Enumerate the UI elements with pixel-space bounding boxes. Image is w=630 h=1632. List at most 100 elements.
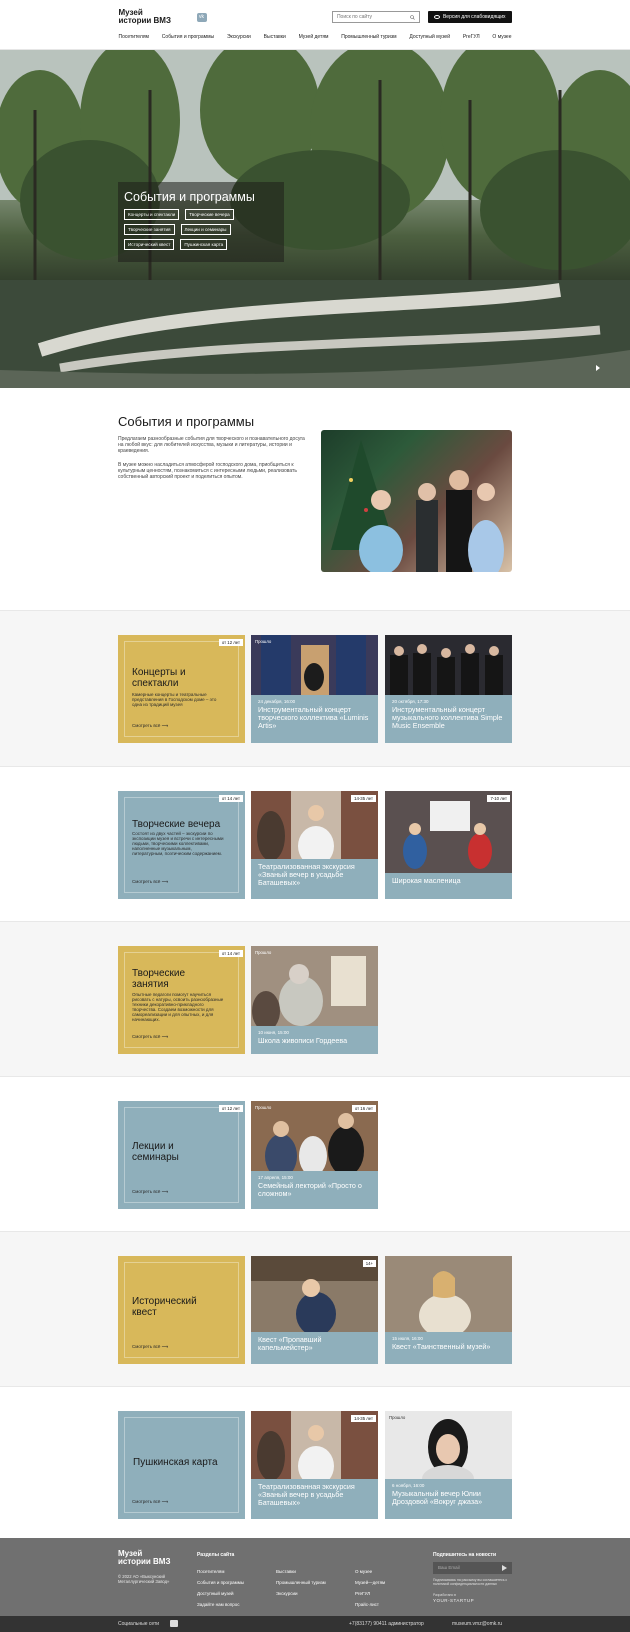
see-all-link[interactable]: Смотреть всё ⟶ [132, 1499, 168, 1505]
intro-paragraph: Предлагаем разнообразные события для тво… [118, 436, 305, 454]
hero-chip[interactable]: Исторический квест [124, 239, 175, 250]
eye-icon [433, 15, 440, 19]
intro-section: События и программы Предлагаем разнообра… [0, 388, 630, 610]
age-badge: 14-35 лет [351, 795, 376, 802]
event-photo [251, 946, 378, 1026]
footer-link[interactable]: События и программы [197, 1577, 244, 1588]
event-card[interactable]: 7-10 лет Широкая масленица [385, 791, 512, 899]
copyright: © 2022 АО «Выксунский Металлургический З… [118, 1574, 170, 1584]
event-card[interactable]: 20 октября, 17:30 Инструментальный конце… [385, 635, 512, 743]
see-all-link[interactable]: Смотреть всё ⟶ [132, 1034, 168, 1040]
category-title: Исторический квест [132, 1296, 197, 1318]
footer-sections-title: Разделы сайта [197, 1552, 235, 1558]
site-logo[interactable]: Музей истории ВМЗ [119, 9, 197, 25]
footer-link[interactable]: Посетителям [197, 1566, 244, 1577]
category-description: Состоят из двух частей – экскурсии по эк… [132, 831, 224, 856]
category-description: Камерные концерты и театральные представ… [132, 692, 217, 707]
category-card[interactable]: Исторический квест Смотреть всё ⟶ [118, 1256, 245, 1364]
event-card[interactable]: Прошло 6 ноября, 16:00 Музыкальный вечер… [385, 1411, 512, 1519]
bottom-bar: Социальные сети +7(83177) 90411 админист… [0, 1616, 630, 1632]
nav-item[interactable]: События и программы [162, 34, 214, 40]
footer-link[interactable]: Задайте нам вопрос [197, 1599, 244, 1610]
event-title: Квест «Пропавший капельмейстер» [258, 1335, 322, 1352]
nav-item[interactable]: Посетителям [119, 34, 149, 40]
developer-logo[interactable]: YOUR-STARTUP [433, 1598, 474, 1603]
see-all-link[interactable]: Смотреть всё ⟶ [132, 1189, 168, 1195]
nav-item[interactable]: Промышленный туризм [341, 34, 396, 40]
slider-next-icon[interactable] [596, 365, 600, 371]
nav-item[interactable]: Доступный музей [409, 34, 450, 40]
vk-icon[interactable] [170, 1620, 178, 1627]
see-all-link[interactable]: Смотреть всё ⟶ [132, 723, 168, 729]
event-date: 6 ноября, 16:00 [392, 1483, 425, 1488]
see-all-link[interactable]: Смотреть всё ⟶ [132, 1344, 168, 1350]
hero-title: События и программы [124, 190, 255, 204]
event-photo [251, 1256, 378, 1332]
email-field[interactable]: Ваш Email [433, 1562, 512, 1574]
footer-link[interactable]: PreГУЛ [355, 1588, 385, 1599]
age-badge: 14-35 лет [351, 1415, 376, 1422]
events-section-quest: Исторический квест Смотреть всё ⟶ 14+ Кв… [0, 1231, 630, 1386]
event-card[interactable]: 14-35 лет Театрализованная экскурсия «Зв… [251, 791, 378, 899]
footer-link[interactable]: Экскурсии [276, 1588, 326, 1599]
event-date: 20 октября, 17:30 [392, 699, 429, 704]
category-title: Творческие занятия [132, 968, 186, 990]
hero-chip[interactable]: Концерты и спектакли [124, 209, 180, 220]
footer-link[interactable]: Музей—детям [355, 1577, 385, 1588]
accessible-version-button[interactable]: Версия для слабовидящих [427, 11, 512, 23]
event-card[interactable]: Прошло 10 июня, 15:00 Школа живописи Гор… [251, 946, 378, 1054]
event-card[interactable]: 14-35 лет Театрализованная экскурсия «Зв… [251, 1411, 378, 1519]
footer-link[interactable]: Выставки [276, 1566, 326, 1577]
hero-chip[interactable]: Творческие вечера [185, 209, 234, 220]
hero-panel: События и программы Концерты и спектакли… [118, 182, 284, 262]
age-badge: 14+ [362, 1260, 376, 1267]
event-date: 17 апреля, 15:00 [258, 1175, 293, 1180]
event-title: Квест «Таинственный музей» [392, 1342, 491, 1351]
footer-link[interactable]: Доступный музей [197, 1588, 244, 1599]
event-status: Прошло [255, 1105, 272, 1110]
event-date: 24 декабря, 16:00 [258, 699, 296, 704]
event-title: Широкая масленица [392, 876, 461, 885]
vk-icon[interactable]: vk [196, 12, 207, 22]
email-link[interactable]: museum.vmz@omk.ru [452, 1621, 502, 1627]
search-input[interactable]: Поиск по сайту [331, 11, 420, 23]
category-title: Творческие вечера [132, 819, 221, 830]
event-card[interactable]: Прошло от 16 лет 17 апреля, 15:00 Семейн… [251, 1101, 378, 1209]
footer-link[interactable]: Прайс-лист [355, 1599, 385, 1610]
events-section-classes: от 14 лет Творческие занятия Опытные пед… [0, 921, 630, 1076]
event-card[interactable]: 15 июля, 16:00 Квест «Таинственный музей… [385, 1256, 512, 1364]
nav-item[interactable]: Выставки [264, 34, 286, 40]
hero-chip[interactable]: Пушкинская карта [180, 239, 228, 250]
age-badge: от 14 лет [218, 795, 243, 802]
nav-item[interactable]: О музее [492, 34, 511, 40]
event-title: Театрализованная экскурсия «Званый вечер… [258, 862, 355, 887]
category-card[interactable]: от 12 лет Лекции и семинары Смотреть всё… [118, 1101, 245, 1209]
nav-item[interactable]: Экскурсии [227, 34, 251, 40]
event-card[interactable]: 14+ Квест «Пропавший капельмейстер» [251, 1256, 378, 1364]
events-section-evenings: от 14 лет Творческие вечера Состоят из д… [0, 766, 630, 921]
hero-chip[interactable]: Лекции и семинары [180, 224, 231, 235]
hero-photo [0, 50, 630, 388]
age-badge: 7-10 лет [487, 795, 510, 802]
phone-link[interactable]: +7(83177) 90411 администратор [349, 1621, 424, 1627]
category-card[interactable]: от 12 лет Концерты и спектакли Камерные … [118, 635, 245, 743]
intro-paragraph: В музее можно насладиться атмосферой гос… [118, 462, 297, 480]
nav-item[interactable]: PreГУЛ [463, 34, 480, 40]
site-header: Музей истории ВМЗ vk Поиск по сайту Верс… [0, 0, 630, 50]
event-card[interactable]: Прошло 24 декабря, 16:00 Инструментальны… [251, 635, 378, 743]
event-title: Музыкальный вечер Юлии Дроздовой «Вокруг… [392, 1489, 483, 1506]
category-card[interactable]: от 14 лет Творческие занятия Опытные пед… [118, 946, 245, 1054]
send-icon[interactable] [502, 1565, 507, 1571]
footer-link[interactable]: О музее [355, 1566, 385, 1577]
privacy-note: Подписываясь на рассылку вы соглашаетесь… [433, 1578, 508, 1586]
hero-chip[interactable]: Творческие занятия [124, 224, 175, 235]
category-card[interactable]: от 14 лет Творческие вечера Состоят из д… [118, 791, 245, 899]
see-all-link[interactable]: Смотреть всё ⟶ [132, 879, 168, 885]
category-card[interactable]: Пушкинская карта Смотреть всё ⟶ [118, 1411, 245, 1519]
event-title: Инструментальный концерт музыкального ко… [392, 705, 503, 730]
footer-link[interactable]: Промышленный туризм [276, 1577, 326, 1588]
footer-column: О музее Музей—детям PreГУЛ Прайс-лист [355, 1566, 385, 1610]
nav-item[interactable]: Музей детям [299, 34, 329, 40]
event-status: Прошло [255, 950, 272, 955]
footer-logo[interactable]: Музей истории ВМЗ [118, 1550, 170, 1566]
